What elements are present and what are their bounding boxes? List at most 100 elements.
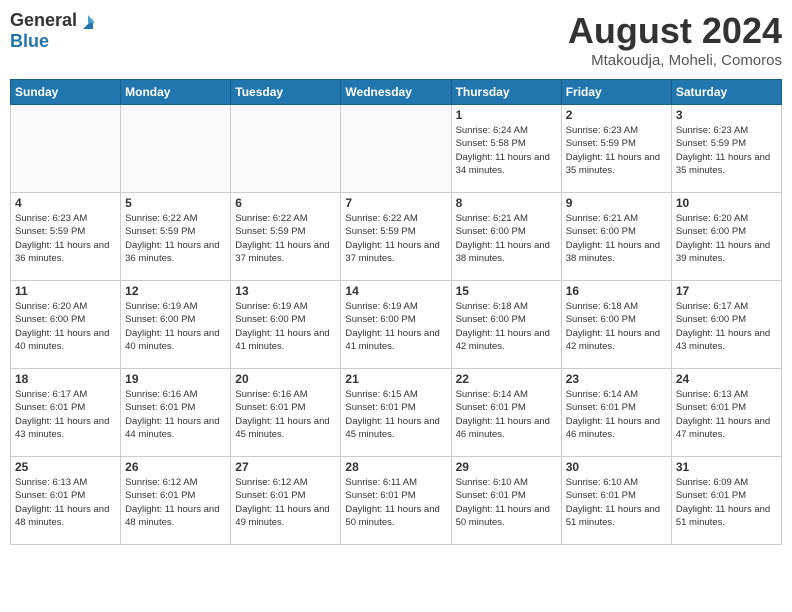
calendar-cell: 4 Sunrise: 6:23 AM Sunset: 5:59 PM Daylig… [11, 193, 121, 281]
day-number: 17 [676, 284, 777, 298]
day-number: 13 [235, 284, 336, 298]
calendar-cell: 31 Sunrise: 6:09 AM Sunset: 6:01 PM Dayli… [671, 457, 781, 545]
calendar-table: SundayMondayTuesdayWednesdayThursdayFrid… [10, 79, 782, 545]
day-number: 24 [676, 372, 777, 386]
cell-info: Sunrise: 6:10 AM Sunset: 6:01 PM Dayligh… [456, 476, 557, 529]
month-year: August 2024 [568, 10, 782, 52]
calendar-cell: 22 Sunrise: 6:14 AM Sunset: 6:01 PM Dayli… [451, 369, 561, 457]
cell-info: Sunrise: 6:12 AM Sunset: 6:01 PM Dayligh… [235, 476, 336, 529]
day-number: 20 [235, 372, 336, 386]
cell-info: Sunrise: 6:19 AM Sunset: 6:00 PM Dayligh… [125, 300, 226, 353]
day-number: 2 [566, 108, 667, 122]
cell-info: Sunrise: 6:09 AM Sunset: 6:01 PM Dayligh… [676, 476, 777, 529]
col-header-sunday: Sunday [11, 80, 121, 105]
cell-info: Sunrise: 6:22 AM Sunset: 5:59 PM Dayligh… [345, 212, 446, 265]
day-number: 23 [566, 372, 667, 386]
calendar-cell: 21 Sunrise: 6:15 AM Sunset: 6:01 PM Dayli… [341, 369, 451, 457]
cell-info: Sunrise: 6:13 AM Sunset: 6:01 PM Dayligh… [15, 476, 116, 529]
week-row-1: 1 Sunrise: 6:24 AM Sunset: 5:58 PM Daylig… [11, 105, 782, 193]
cell-info: Sunrise: 6:17 AM Sunset: 6:01 PM Dayligh… [15, 388, 116, 441]
day-number: 22 [456, 372, 557, 386]
cell-info: Sunrise: 6:18 AM Sunset: 6:00 PM Dayligh… [566, 300, 667, 353]
cell-info: Sunrise: 6:21 AM Sunset: 6:00 PM Dayligh… [566, 212, 667, 265]
calendar-cell [11, 105, 121, 193]
cell-info: Sunrise: 6:14 AM Sunset: 6:01 PM Dayligh… [456, 388, 557, 441]
cell-info: Sunrise: 6:10 AM Sunset: 6:01 PM Dayligh… [566, 476, 667, 529]
day-number: 27 [235, 460, 336, 474]
day-number: 1 [456, 108, 557, 122]
day-number: 14 [345, 284, 446, 298]
calendar-cell: 20Sunrise: 6:16 AM Sunset: 6:01 PM Dayli… [231, 369, 341, 457]
cell-info: Sunrise: 6:16 AM Sunset: 6:01 PM Dayligh… [125, 388, 226, 441]
col-header-wednesday: Wednesday [341, 80, 451, 105]
calendar-cell: 6Sunrise: 6:22 AM Sunset: 5:59 PM Daylig… [231, 193, 341, 281]
calendar-cell: 13 Sunrise: 6:19 AM Sunset: 6:00 PM Dayli… [231, 281, 341, 369]
cell-info: Sunrise: 6:13 AM Sunset: 6:01 PM Dayligh… [676, 388, 777, 441]
calendar-cell: 7Sunrise: 6:22 AM Sunset: 5:59 PM Daylig… [341, 193, 451, 281]
day-number: 29 [456, 460, 557, 474]
day-number: 11 [15, 284, 116, 298]
calendar-cell: 2 Sunrise: 6:23 AM Sunset: 5:59 PM Daylig… [561, 105, 671, 193]
calendar-cell: 26 Sunrise: 6:12 AM Sunset: 6:01 PM Dayli… [121, 457, 231, 545]
calendar-cell: 11 Sunrise: 6:20 AM Sunset: 6:00 PM Dayli… [11, 281, 121, 369]
calendar-cell [341, 105, 451, 193]
calendar-cell: 25 Sunrise: 6:13 AM Sunset: 6:01 PM Dayli… [11, 457, 121, 545]
day-number: 30 [566, 460, 667, 474]
day-number: 12 [125, 284, 226, 298]
day-number: 15 [456, 284, 557, 298]
calendar-cell: 24 Sunrise: 6:13 AM Sunset: 6:01 PM Dayli… [671, 369, 781, 457]
day-number: 4 [15, 196, 116, 210]
calendar-cell: 29 Sunrise: 6:10 AM Sunset: 6:01 PM Dayli… [451, 457, 561, 545]
cell-info: Sunrise: 6:17 AM Sunset: 6:00 PM Dayligh… [676, 300, 777, 353]
cell-info: Sunrise: 6:23 AM Sunset: 5:59 PM Dayligh… [676, 124, 777, 177]
day-number: 19 [125, 372, 226, 386]
week-row-2: 4 Sunrise: 6:23 AM Sunset: 5:59 PM Daylig… [11, 193, 782, 281]
calendar-cell: 12 Sunrise: 6:19 AM Sunset: 6:00 PM Dayli… [121, 281, 231, 369]
page-header: General Blue August 2024 Mtakoudja, Mohe… [10, 10, 782, 69]
day-number: 21 [345, 372, 446, 386]
week-row-3: 11 Sunrise: 6:20 AM Sunset: 6:00 PM Dayli… [11, 281, 782, 369]
day-number: 31 [676, 460, 777, 474]
cell-info: Sunrise: 6:19 AM Sunset: 6:00 PM Dayligh… [345, 300, 446, 353]
cell-info: Sunrise: 6:23 AM Sunset: 5:59 PM Dayligh… [15, 212, 116, 265]
cell-info: Sunrise: 6:14 AM Sunset: 6:01 PM Dayligh… [566, 388, 667, 441]
cell-info: Sunrise: 6:24 AM Sunset: 5:58 PM Dayligh… [456, 124, 557, 177]
cell-info: Sunrise: 6:20 AM Sunset: 6:00 PM Dayligh… [676, 212, 777, 265]
calendar-header-row: SundayMondayTuesdayWednesdayThursdayFrid… [11, 80, 782, 105]
day-number: 5 [125, 196, 226, 210]
calendar-cell [231, 105, 341, 193]
cell-info: Sunrise: 6:21 AM Sunset: 6:00 PM Dayligh… [456, 212, 557, 265]
calendar-cell: 3 Sunrise: 6:23 AM Sunset: 5:59 PM Daylig… [671, 105, 781, 193]
day-number: 25 [15, 460, 116, 474]
cell-info: Sunrise: 6:22 AM Sunset: 5:59 PM Dayligh… [235, 212, 336, 265]
calendar-cell: 30 Sunrise: 6:10 AM Sunset: 6:01 PM Dayli… [561, 457, 671, 545]
logo-blue-text: Blue [10, 31, 49, 51]
col-header-friday: Friday [561, 80, 671, 105]
day-number: 16 [566, 284, 667, 298]
calendar-cell: 19 Sunrise: 6:16 AM Sunset: 6:01 PM Dayli… [121, 369, 231, 457]
day-number: 8 [456, 196, 557, 210]
calendar-cell: 9Sunrise: 6:21 AM Sunset: 6:00 PM Daylig… [561, 193, 671, 281]
col-header-monday: Monday [121, 80, 231, 105]
cell-info: Sunrise: 6:19 AM Sunset: 6:00 PM Dayligh… [235, 300, 336, 353]
title-section: August 2024 Mtakoudja, Moheli, Comoros [568, 10, 782, 69]
cell-info: Sunrise: 6:15 AM Sunset: 6:01 PM Dayligh… [345, 388, 446, 441]
day-number: 28 [345, 460, 446, 474]
week-row-4: 18Sunrise: 6:17 AM Sunset: 6:01 PM Dayli… [11, 369, 782, 457]
cell-info: Sunrise: 6:23 AM Sunset: 5:59 PM Dayligh… [566, 124, 667, 177]
day-number: 26 [125, 460, 226, 474]
calendar-cell: 18Sunrise: 6:17 AM Sunset: 6:01 PM Dayli… [11, 369, 121, 457]
day-number: 3 [676, 108, 777, 122]
calendar-cell: 16 Sunrise: 6:18 AM Sunset: 6:00 PM Dayli… [561, 281, 671, 369]
cell-info: Sunrise: 6:12 AM Sunset: 6:01 PM Dayligh… [125, 476, 226, 529]
cell-info: Sunrise: 6:22 AM Sunset: 5:59 PM Dayligh… [125, 212, 226, 265]
cell-info: Sunrise: 6:11 AM Sunset: 6:01 PM Dayligh… [345, 476, 446, 529]
col-header-thursday: Thursday [451, 80, 561, 105]
logo: General Blue [10, 10, 97, 52]
calendar-cell: 8 Sunrise: 6:21 AM Sunset: 6:00 PM Daylig… [451, 193, 561, 281]
cell-info: Sunrise: 6:20 AM Sunset: 6:00 PM Dayligh… [15, 300, 116, 353]
calendar-cell: 1 Sunrise: 6:24 AM Sunset: 5:58 PM Daylig… [451, 105, 561, 193]
calendar-cell: 10Sunrise: 6:20 AM Sunset: 6:00 PM Dayli… [671, 193, 781, 281]
calendar-cell: 15Sunrise: 6:18 AM Sunset: 6:00 PM Dayli… [451, 281, 561, 369]
calendar-cell: 14 Sunrise: 6:19 AM Sunset: 6:00 PM Dayli… [341, 281, 451, 369]
